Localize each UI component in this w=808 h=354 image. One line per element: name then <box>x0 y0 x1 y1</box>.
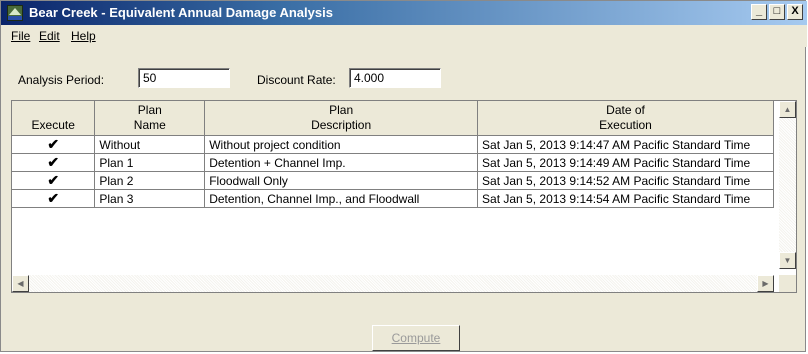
analysis-period-label: Analysis Period: <box>18 73 105 87</box>
header-desc-line1: Plan <box>329 103 354 117</box>
table-row[interactable]: ✔ Plan 2 Floodwall Only Sat Jan 5, 2013 … <box>12 171 774 190</box>
plan-description-cell[interactable]: Floodwall Only <box>204 171 479 190</box>
plans-table: Execute Plan Name Plan Description Date of… <box>12 101 774 208</box>
table-row[interactable]: ✔ Plan 1 Detention + Channel Imp. Sat Ja… <box>12 153 774 172</box>
horizontal-scrollbar[interactable]: ◀ ▶ <box>12 275 774 292</box>
plans-grid: Execute Plan Name Plan Description Date of… <box>11 100 797 293</box>
execution-date-cell[interactable]: Sat Jan 5, 2013 9:14:52 AM Pacific Stand… <box>477 171 774 190</box>
scroll-right-arrow-icon[interactable]: ▶ <box>757 275 774 292</box>
execution-date-cell[interactable]: Sat Jan 5, 2013 9:14:49 AM Pacific Stand… <box>477 153 774 172</box>
compute-button[interactable]: Compute <box>372 325 460 351</box>
maximize-button[interactable]: □ <box>769 4 785 20</box>
execution-date-cell[interactable]: Sat Jan 5, 2013 9:14:54 AM Pacific Stand… <box>477 189 774 208</box>
scroll-up-arrow-icon[interactable]: ▲ <box>779 101 796 118</box>
header-desc-line2: Description <box>311 118 372 132</box>
discount-rate-label: Discount Rate: <box>257 73 336 87</box>
header-date-line2: Execution <box>599 118 652 132</box>
menu-file[interactable]: File <box>11 29 30 43</box>
header-plan-name-line1: Plan <box>137 103 162 117</box>
header-date-of-execution[interactable]: Date of Execution <box>477 101 774 136</box>
header-plan-description[interactable]: Plan Description <box>204 101 479 136</box>
header-date-line1: Date of <box>606 103 645 117</box>
table-row[interactable]: ✔ Without Without project condition Sat … <box>12 135 774 154</box>
table-row[interactable]: ✔ Plan 3 Detention, Channel Imp., and Fl… <box>12 189 774 208</box>
header-row: Execute Plan Name Plan Description Date of… <box>12 101 774 136</box>
analysis-period-input[interactable]: 50 <box>138 68 230 88</box>
execute-checkmark-icon[interactable]: ✔ <box>12 135 96 154</box>
menu-file-label: File <box>11 29 31 43</box>
plan-description-cell[interactable]: Without project condition <box>204 135 479 154</box>
main-window: Bear Creek - Equivalent Annual Damage An… <box>0 0 807 352</box>
plan-name-cell[interactable]: Plan 1 <box>94 153 206 172</box>
execute-checkmark-icon[interactable]: ✔ <box>12 171 96 190</box>
menu-edit-label: Edit <box>39 29 60 43</box>
execution-date-cell[interactable]: Sat Jan 5, 2013 9:14:47 AM Pacific Stand… <box>477 135 774 154</box>
grid-body: Execute Plan Name Plan Description Date of… <box>12 101 774 269</box>
menu-help-label: Help <box>71 29 96 43</box>
scroll-left-arrow-icon[interactable]: ◀ <box>12 275 29 292</box>
scroll-down-arrow-icon[interactable]: ▼ <box>779 252 796 269</box>
plan-description-cell[interactable]: Detention, Channel Imp., and Floodwall <box>204 189 479 208</box>
menu-help[interactable]: Help <box>71 29 96 43</box>
plan-name-cell[interactable]: Plan 3 <box>94 189 206 208</box>
compute-button-label: Compute <box>391 331 441 345</box>
discount-rate-input[interactable]: 4.000 <box>349 68 441 88</box>
plan-name-cell[interactable]: Without <box>94 135 206 154</box>
title-bar[interactable]: Bear Creek - Equivalent Annual Damage An… <box>1 1 807 25</box>
close-button[interactable]: X <box>787 4 803 20</box>
minimize-button[interactable]: _ <box>751 4 767 20</box>
execute-checkmark-icon[interactable]: ✔ <box>12 189 96 208</box>
header-execute-label: Execute <box>31 118 75 132</box>
execute-checkmark-icon[interactable]: ✔ <box>12 153 96 172</box>
plan-description-cell[interactable]: Detention + Channel Imp. <box>204 153 479 172</box>
header-execute[interactable]: Execute <box>12 101 96 136</box>
vertical-scrollbar[interactable]: ▲ ▼ <box>779 101 796 269</box>
header-plan-name[interactable]: Plan Name <box>94 101 206 136</box>
menu-edit[interactable]: Edit <box>39 29 60 43</box>
plan-name-cell[interactable]: Plan 2 <box>94 171 206 190</box>
menu-bar: File Edit Help <box>1 25 807 47</box>
header-plan-name-line2: Name <box>133 118 166 132</box>
window-title: Bear Creek - Equivalent Annual Damage An… <box>29 5 333 20</box>
app-logo-icon <box>7 5 23 21</box>
scrollbar-corner <box>779 275 796 292</box>
